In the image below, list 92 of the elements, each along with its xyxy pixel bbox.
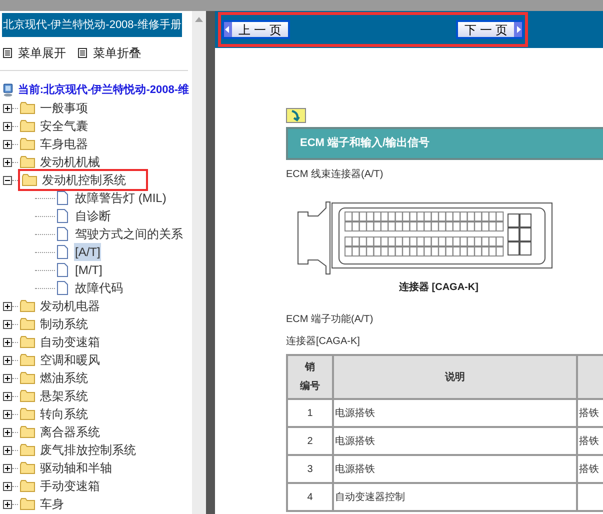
expand-toggle[interactable] xyxy=(3,428,12,436)
table-cell: 自动变速器控制 xyxy=(335,492,405,502)
tree-item[interactable]: 安全气囊 xyxy=(20,117,88,135)
table-cell: 搭铁 xyxy=(579,408,599,418)
list-icon xyxy=(78,48,87,58)
tree-item[interactable]: 自诊断 xyxy=(74,207,112,225)
expand-toggle[interactable] xyxy=(3,410,12,418)
tree-item[interactable]: [M/T] xyxy=(74,261,104,279)
tree-item[interactable]: 燃油系统 xyxy=(20,369,88,387)
expand-toggle[interactable] xyxy=(3,446,12,454)
tree-item[interactable]: 空调和暖风 xyxy=(20,351,100,369)
table-cell: 2 xyxy=(307,436,313,446)
tree-item[interactable]: [A/T] xyxy=(74,243,102,261)
tree-item[interactable]: 车身电器 xyxy=(20,135,88,153)
previous-page-button[interactable]: 上 一 页 xyxy=(222,20,290,39)
folder-icon xyxy=(20,318,35,330)
column-header: 销 xyxy=(305,360,315,375)
expand-toggle[interactable] xyxy=(3,482,12,490)
expand-toggle[interactable] xyxy=(3,320,12,328)
folder-icon xyxy=(20,300,35,312)
tree-item[interactable]: 驱动轴和半轴 xyxy=(20,459,112,477)
folder-icon xyxy=(20,480,35,492)
connector-caption: 连接器 [CAGA-K] xyxy=(399,280,480,295)
document-icon xyxy=(57,281,68,295)
tree-item[interactable]: 自动变速箱 xyxy=(20,333,100,351)
table-cell: 3 xyxy=(307,464,313,474)
next-page-button[interactable]: 下 一 页 xyxy=(456,20,524,39)
tree-item[interactable]: 发动机电器 xyxy=(20,297,100,315)
expand-toggle[interactable] xyxy=(3,500,12,508)
list-icon xyxy=(3,48,12,58)
tree-item[interactable]: 驾驶方式之间的关系 xyxy=(74,225,184,243)
folder-icon xyxy=(20,498,35,510)
table-cell: 电源搭铁 xyxy=(335,436,375,446)
folder-icon xyxy=(20,336,35,348)
expand-toggle[interactable] xyxy=(3,392,12,400)
table-cell: 电源搭铁 xyxy=(335,408,375,418)
folder-icon xyxy=(20,102,35,114)
tree-item[interactable]: 转向系统 xyxy=(20,405,88,423)
document-icon xyxy=(57,245,68,259)
tree-item[interactable]: 悬架系统 xyxy=(20,387,88,405)
tree-item[interactable]: 离合器系统 xyxy=(20,423,100,441)
expand-toggle[interactable] xyxy=(3,104,12,112)
expand-toggle[interactable] xyxy=(3,158,12,166)
expand-toggle[interactable] xyxy=(3,140,12,148)
folder-icon xyxy=(20,390,35,402)
folder-icon xyxy=(20,426,35,438)
folder-icon xyxy=(20,120,35,132)
folder-icon xyxy=(20,444,35,456)
tree-item[interactable]: 一般事项 xyxy=(20,99,88,117)
expand-toggle[interactable] xyxy=(3,356,12,364)
column-header: 编号 xyxy=(300,380,320,394)
tree-root-label: 当前:北京现代-伊兰特悦动-2008-维 xyxy=(18,82,189,98)
table-cell: 搭铁 xyxy=(579,464,599,474)
folder-icon xyxy=(20,156,35,168)
function-heading: ECM 端子功能(A/T) xyxy=(286,312,374,327)
table-cell: 电源搭铁 xyxy=(335,464,375,474)
tree-item[interactable]: 废气排放控制系统 xyxy=(20,441,136,459)
connector-heading: ECM 线束连接器(A/T) xyxy=(286,168,384,182)
expand-toggle[interactable] xyxy=(3,302,12,310)
tree-item[interactable]: 发动机控制系统 xyxy=(20,171,146,189)
table-cell: 4 xyxy=(307,492,313,502)
section-title: ECM 端子和输入/输出信号 xyxy=(286,127,603,160)
folder-icon xyxy=(20,408,35,420)
tree-item[interactable]: 车身 xyxy=(20,495,64,513)
table-cell: 1 xyxy=(307,408,313,418)
document-icon xyxy=(57,227,68,241)
expand-toggle[interactable] xyxy=(3,374,12,382)
scrollbar[interactable] xyxy=(192,11,206,514)
folder-icon xyxy=(20,354,35,366)
table-cell: 搭铁 xyxy=(579,436,599,446)
expand-toggle[interactable] xyxy=(3,338,12,346)
computer-icon xyxy=(3,82,14,98)
folder-icon xyxy=(20,138,35,150)
menu-button[interactable]: 菜单展开 xyxy=(3,44,66,62)
tree-item[interactable]: 发动机机械 xyxy=(20,153,100,171)
menu-button[interactable]: 菜单折叠 xyxy=(78,44,141,62)
tree-item[interactable]: 故障警告灯 (MIL) xyxy=(74,189,168,207)
tree-item[interactable]: 故障代码 xyxy=(74,279,124,297)
folder-icon xyxy=(20,462,35,474)
expand-toggle[interactable] xyxy=(3,464,12,472)
document-icon xyxy=(57,209,68,223)
document-icon xyxy=(57,263,68,277)
expand-toggle[interactable] xyxy=(3,176,12,184)
column-header: 说明 xyxy=(445,372,465,382)
tree-item[interactable]: 手动变速箱 xyxy=(20,477,100,495)
sidebar-title: 北京现代-伊兰特悦动-2008-维修手册 xyxy=(2,13,182,37)
tree-item[interactable]: 制动系统 xyxy=(20,315,88,333)
document-icon xyxy=(57,191,68,205)
table-caption: 连接器[CAGA-K] xyxy=(286,334,361,349)
folder-icon xyxy=(22,174,37,186)
folder-icon xyxy=(20,372,35,384)
expand-toggle[interactable] xyxy=(3,122,12,130)
